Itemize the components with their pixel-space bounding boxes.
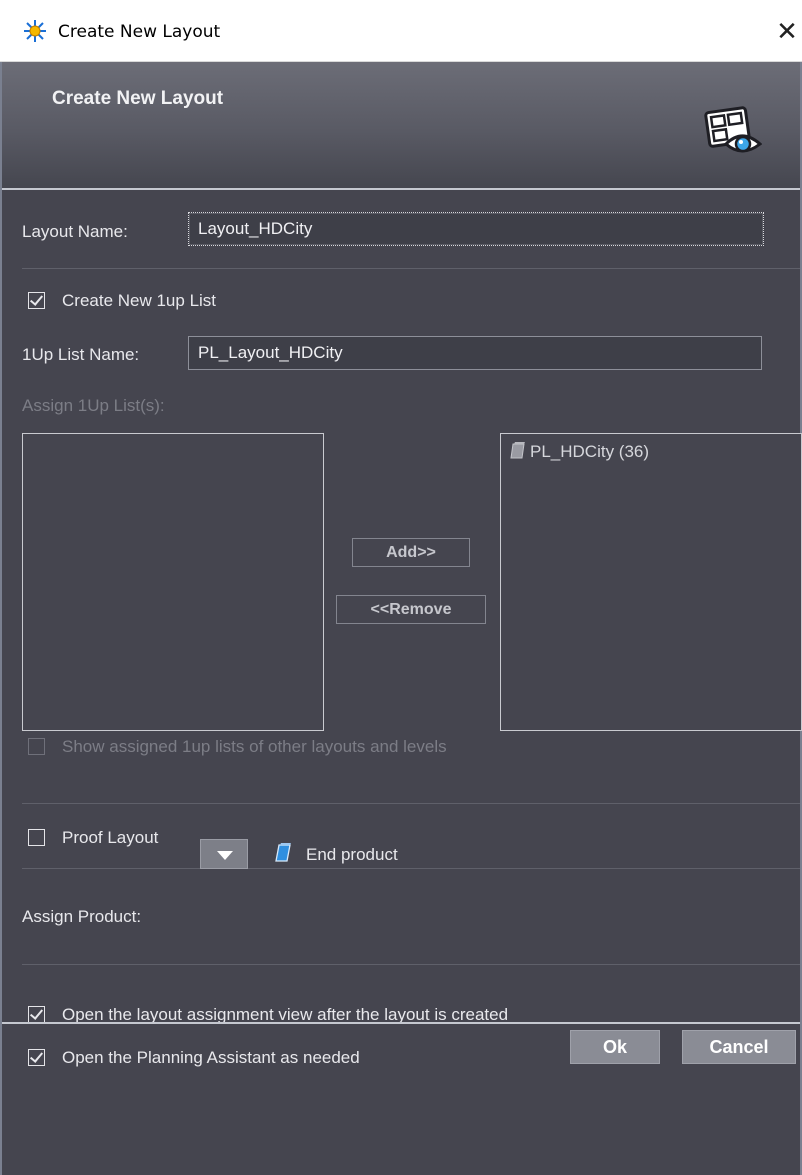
window-titlebar: Create New Layout ✕	[0, 0, 802, 62]
remove-button[interactable]: <<Remove	[336, 595, 486, 624]
assigned-list-label: PL_HDCity (36)	[530, 442, 650, 461]
layout-name-label: Layout Name:	[22, 222, 128, 241]
divider	[22, 803, 800, 804]
divider	[22, 268, 800, 269]
create-1up-label: Create New 1up List	[62, 291, 217, 310]
close-icon[interactable]: ✕	[772, 14, 802, 48]
available-lists-box[interactable]	[22, 433, 324, 731]
assigned-lists-box[interactable]	[500, 433, 802, 731]
open-planning-assistant-checkbox[interactable]	[28, 1049, 45, 1066]
cancel-button[interactable]: Cancel	[682, 1030, 796, 1064]
dialog-body: Create New Layout Layout Name: Layout_HD…	[0, 62, 802, 1175]
list-item[interactable]: PL_HDCity (36)	[510, 442, 649, 462]
document-icon	[510, 442, 525, 459]
chevron-down-icon	[217, 851, 233, 860]
create-1up-checkbox[interactable]	[28, 292, 45, 309]
ok-button[interactable]: Ok	[570, 1030, 660, 1064]
open-planning-assistant-label: Open the Planning Assistant as needed	[62, 1048, 360, 1067]
add-button[interactable]: Add>>	[352, 538, 470, 567]
layout-view-icon	[704, 106, 762, 153]
layout-name-input[interactable]: Layout_HDCity	[188, 212, 764, 246]
dialog-heading: Create New Layout	[52, 88, 224, 109]
product-value: End product	[306, 845, 398, 864]
assign-lists-label: Assign 1Up List(s):	[22, 396, 165, 415]
product-dropdown[interactable]	[200, 839, 248, 869]
divider	[22, 964, 800, 965]
assign-product-label: Assign Product:	[22, 907, 142, 926]
product-icon	[275, 843, 291, 862]
show-other-checkbox[interactable]	[28, 738, 45, 755]
open-assignment-view-checkbox[interactable]	[28, 1006, 45, 1023]
footer-divider	[2, 1022, 800, 1024]
proof-layout-checkbox[interactable]	[28, 829, 45, 846]
list-name-input[interactable]: PL_Layout_HDCity	[188, 336, 762, 370]
window-title: Create New Layout	[58, 22, 221, 42]
app-icon	[24, 20, 46, 42]
divider	[22, 868, 800, 869]
list-name-label: 1Up List Name:	[22, 345, 140, 364]
show-other-label: Show assigned 1up lists of other layouts…	[62, 737, 447, 756]
proof-layout-label: Proof Layout	[62, 828, 159, 847]
dialog-header: Create New Layout	[2, 62, 800, 190]
